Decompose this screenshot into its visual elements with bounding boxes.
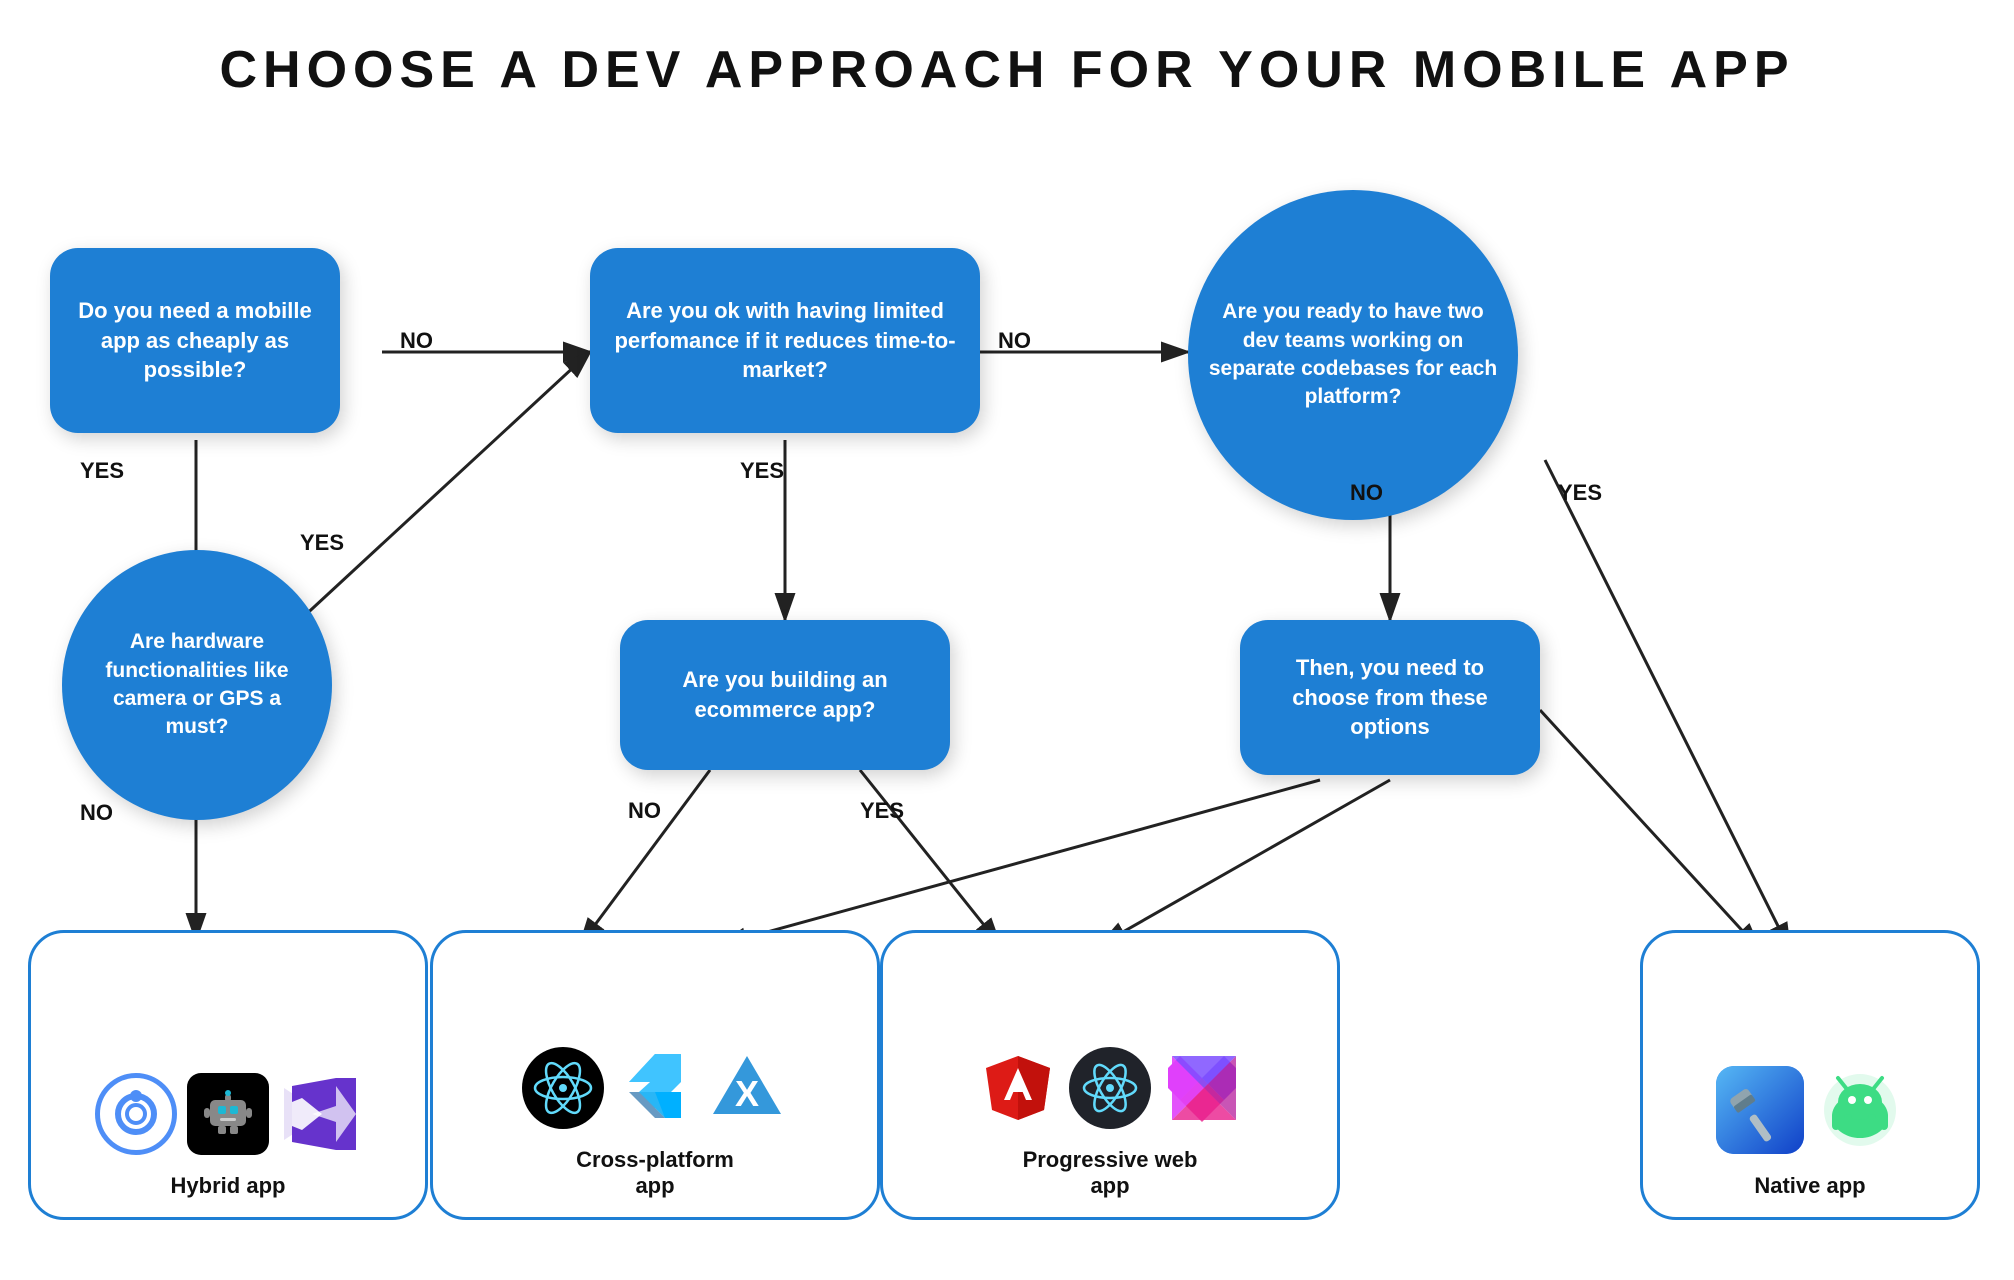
label-q5-yes: YES [860, 798, 904, 824]
cross-label: Cross-platform app [576, 1147, 734, 1199]
svg-text:X: X [735, 1073, 759, 1114]
outcome-pwa: Progressive web app [880, 930, 1340, 1220]
node-q5: Are you building an ecommerce app? [620, 620, 950, 770]
native-label: Native app [1754, 1173, 1865, 1199]
ionic-icon [95, 1073, 177, 1155]
label-q2-no: NO [998, 328, 1031, 354]
node-q3: Are you ready to have two dev teams work… [1188, 190, 1518, 520]
label-q5-no: NO [628, 798, 661, 824]
react-native-icon [522, 1047, 604, 1129]
outcome-native: Native app [1640, 930, 1980, 1220]
pwa-icons [977, 1047, 1243, 1129]
node-q2: Are you ok with having limited perfomanc… [590, 248, 980, 433]
label-q1-yes: YES [80, 458, 124, 484]
outcome-cross: X Cross-platform app [430, 930, 880, 1220]
label-q2-yes: YES [740, 458, 784, 484]
node-q6: Then, you need to choose from these opti… [1240, 620, 1540, 775]
react-web-icon [1069, 1047, 1151, 1129]
label-q4-no: NO [80, 800, 113, 826]
capacitor-icon [187, 1073, 269, 1155]
node-q1: Do you need a mobille app as cheaply as … [50, 248, 340, 433]
xcode-icon [1715, 1065, 1805, 1155]
flutter-icon [614, 1047, 696, 1129]
label-q1-no: NO [400, 328, 433, 354]
android-studio-icon [1815, 1065, 1905, 1155]
hybrid-icons [95, 1073, 361, 1155]
node-q4: Are hardware functionalities like camera… [62, 550, 332, 820]
hybrid-label: Hybrid app [171, 1173, 286, 1199]
label-q3-yes: YES [1558, 480, 1602, 506]
pwa-label: Progressive web app [1023, 1147, 1198, 1199]
angular-icon [977, 1047, 1059, 1129]
flowchart: Do you need a mobille app as cheaply as … [0, 130, 2014, 1280]
xamarin-icon: X [706, 1047, 788, 1129]
polymer-icon [1161, 1047, 1243, 1129]
outcome-hybrid: Hybrid app [28, 930, 428, 1220]
label-q4-yes: YES [300, 530, 344, 556]
native-icons [1715, 1065, 1905, 1155]
page-title: CHOOSE A DEV APPROACH FOR YOUR MOBILE AP… [0, 0, 2014, 130]
label-q3-no: NO [1350, 480, 1383, 506]
visual-studio-icon [279, 1073, 361, 1155]
cross-icons: X [522, 1047, 788, 1129]
